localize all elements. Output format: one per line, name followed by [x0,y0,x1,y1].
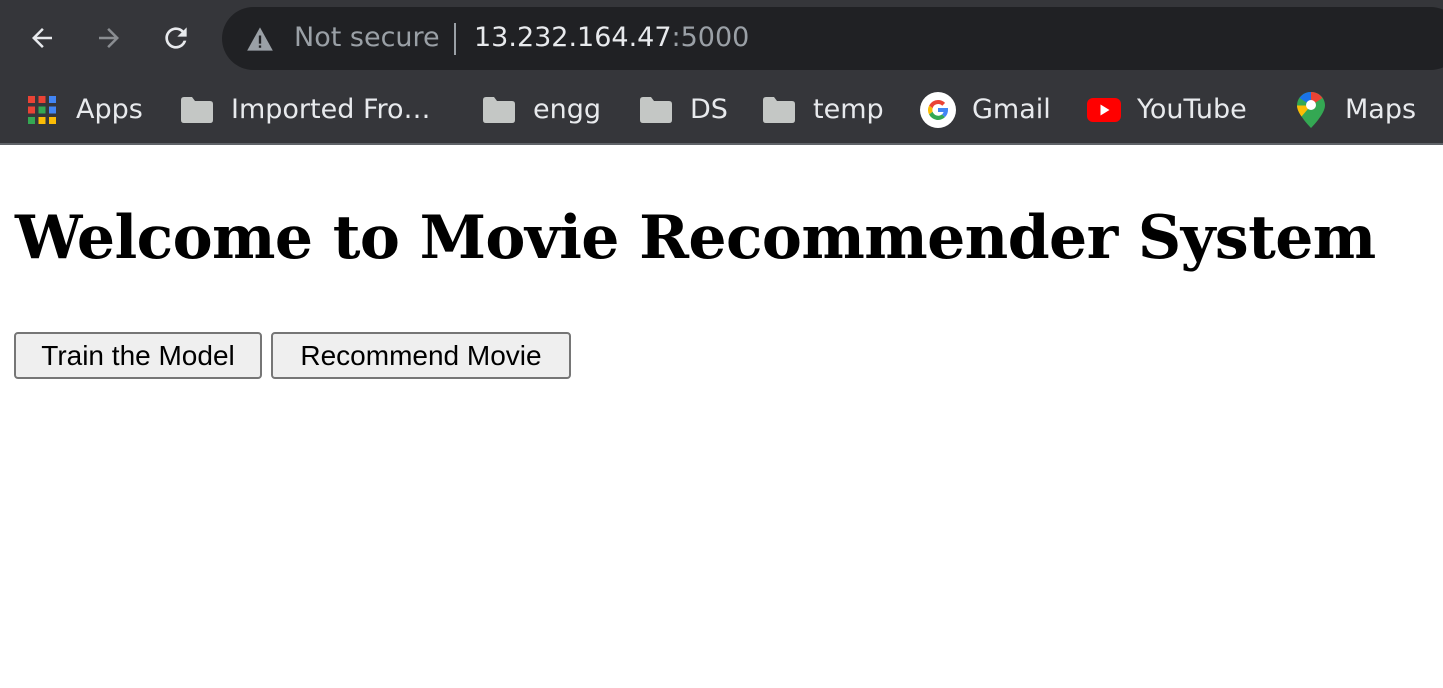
forward-button[interactable] [87,16,131,60]
bookmark-apps[interactable]: Apps [28,88,143,132]
url-host: 13.232.164.47 [474,22,672,53]
bookmark-maps[interactable]: Maps [1297,88,1416,132]
arrow-left-icon [32,28,52,48]
train-model-button[interactable]: Train the Model [14,332,262,379]
security-status-label[interactable]: Not secure [294,21,440,55]
recommend-movie-button[interactable]: Recommend Movie [271,332,571,379]
youtube-icon [1087,98,1121,122]
browser-toolbar: Not secure 13.232.164.47:5000 [0,0,1443,76]
bookmark-youtube[interactable]: YouTube [1087,88,1247,132]
folder-icon [181,97,213,123]
address-bar[interactable]: Not secure 13.232.164.47:5000 [222,7,1443,70]
apps-grid-icon [28,96,56,124]
bookmark-gmail[interactable]: Gmail [920,88,1051,132]
bookmark-label: temp [813,94,884,125]
bookmark-label: Apps [76,94,143,125]
arrow-right-icon [99,28,119,48]
page-title: Welcome to Movie Recommender System [15,203,1376,273]
bookmark-temp[interactable]: temp [763,88,884,132]
bookmark-engg[interactable]: engg [483,88,601,132]
bookmark-label: Gmail [972,94,1051,125]
google-icon [920,92,956,128]
bookmark-label: DS [690,94,728,125]
reload-button[interactable] [154,16,198,60]
bookmark-label: Imported Fro… [231,94,431,125]
page-content: Welcome to Movie Recommender System Trai… [0,146,1443,688]
bookmark-label: engg [533,94,602,125]
folder-icon [763,97,795,123]
folder-icon [483,97,515,123]
warning-icon [247,27,273,51]
maps-pin-icon [1297,92,1325,128]
bookmark-label: Maps [1345,94,1417,125]
url-port: :5000 [671,22,750,53]
folder-icon [640,97,672,123]
bookmark-label: YouTube [1137,94,1247,125]
address-divider [454,23,456,55]
bookmark-imported-from[interactable]: Imported Fro… [181,88,431,132]
back-button[interactable] [20,16,64,60]
reload-icon [165,27,187,49]
bookmark-ds[interactable]: DS [640,88,728,132]
url-text[interactable]: 13.232.164.47:5000 [474,21,749,55]
bookmarks-bar: Apps Imported Fro… engg DS temp Gmail Yo… [0,76,1443,145]
